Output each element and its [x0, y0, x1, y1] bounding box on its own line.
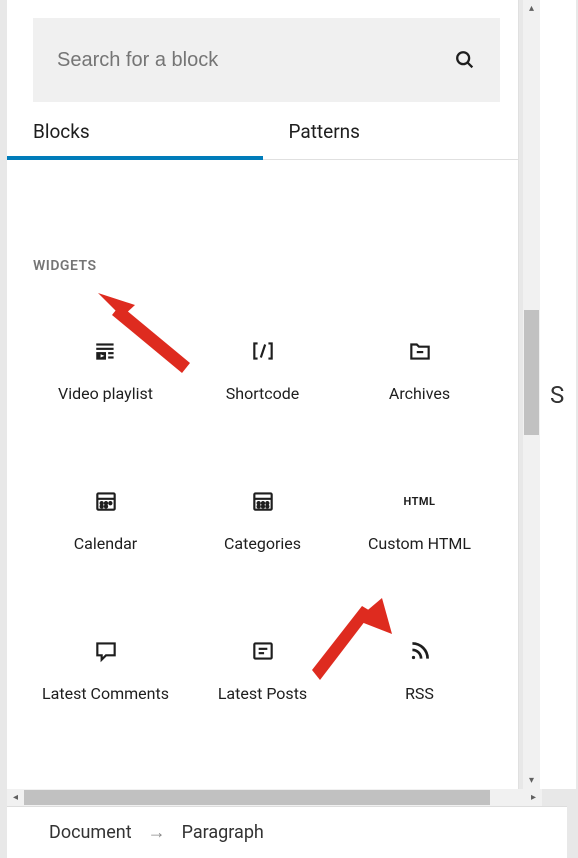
scroll-down-arrow-icon[interactable]: ▾ — [523, 772, 540, 789]
tabs: Blocks Patterns — [7, 102, 518, 160]
block-inserter-panel: Blocks Patterns WIDGETS — [7, 0, 519, 789]
block-rss[interactable]: RSS — [341, 614, 498, 764]
block-calendar[interactable]: Calendar — [27, 464, 184, 614]
block-label: Custom HTML — [368, 534, 471, 555]
scrollbar-thumb[interactable] — [24, 790, 490, 805]
block-label: Shortcode — [226, 384, 300, 405]
scroll-up-arrow-icon[interactable]: ▴ — [523, 0, 540, 17]
rss-icon — [407, 638, 433, 664]
block-video-playlist[interactable]: Video playlist — [27, 314, 184, 464]
block-label: Archives — [389, 384, 450, 405]
breadcrumb-document[interactable]: Document — [49, 822, 132, 843]
horizontal-scrollbar[interactable]: ◂ ▸ — [7, 789, 542, 806]
section-title-widgets: WIDGETS — [7, 160, 518, 274]
calendar-icon — [93, 488, 119, 514]
page-background-text: S — [540, 0, 576, 789]
block-list-content: WIDGETS Video playlist — [7, 160, 518, 789]
block-custom-html[interactable]: HTML Custom HTML — [341, 464, 498, 614]
html-badge-text: HTML — [404, 495, 436, 508]
video-playlist-icon — [93, 338, 119, 364]
block-archives[interactable]: Archives — [341, 314, 498, 464]
vertical-scrollbar[interactable]: ▴ ▾ — [523, 0, 540, 789]
block-latest-comments[interactable]: Latest Comments — [27, 614, 184, 764]
shortcode-icon — [250, 338, 276, 364]
block-label: Calendar — [74, 534, 137, 555]
breadcrumb-separator-icon: → — [148, 822, 166, 843]
categories-icon — [250, 488, 276, 514]
search-input[interactable] — [57, 49, 438, 72]
search-box — [33, 18, 500, 102]
scroll-right-arrow-icon[interactable]: ▸ — [525, 789, 542, 806]
archives-icon — [407, 338, 433, 364]
block-categories[interactable]: Categories — [184, 464, 341, 614]
custom-html-icon: HTML — [407, 488, 433, 514]
latest-posts-icon — [250, 638, 276, 664]
block-label: Categories — [224, 534, 301, 555]
block-label: Latest Posts — [218, 684, 307, 705]
breadcrumb: Document → Paragraph — [7, 806, 567, 858]
block-grid: Video playlist Shortcode — [7, 274, 518, 764]
search-icon[interactable] — [454, 49, 476, 71]
block-label: Video playlist — [58, 384, 153, 405]
tab-patterns[interactable]: Patterns — [263, 102, 519, 159]
scrollbar-track[interactable] — [24, 789, 525, 806]
breadcrumb-paragraph[interactable]: Paragraph — [182, 822, 264, 843]
block-latest-posts[interactable]: Latest Posts — [184, 614, 341, 764]
block-shortcode[interactable]: Shortcode — [184, 314, 341, 464]
block-label: RSS — [405, 684, 434, 705]
latest-comments-icon — [93, 638, 119, 664]
block-label: Latest Comments — [42, 684, 169, 705]
tab-blocks[interactable]: Blocks — [7, 102, 263, 159]
scroll-left-arrow-icon[interactable]: ◂ — [7, 789, 24, 806]
scrollbar-thumb[interactable] — [524, 310, 539, 435]
